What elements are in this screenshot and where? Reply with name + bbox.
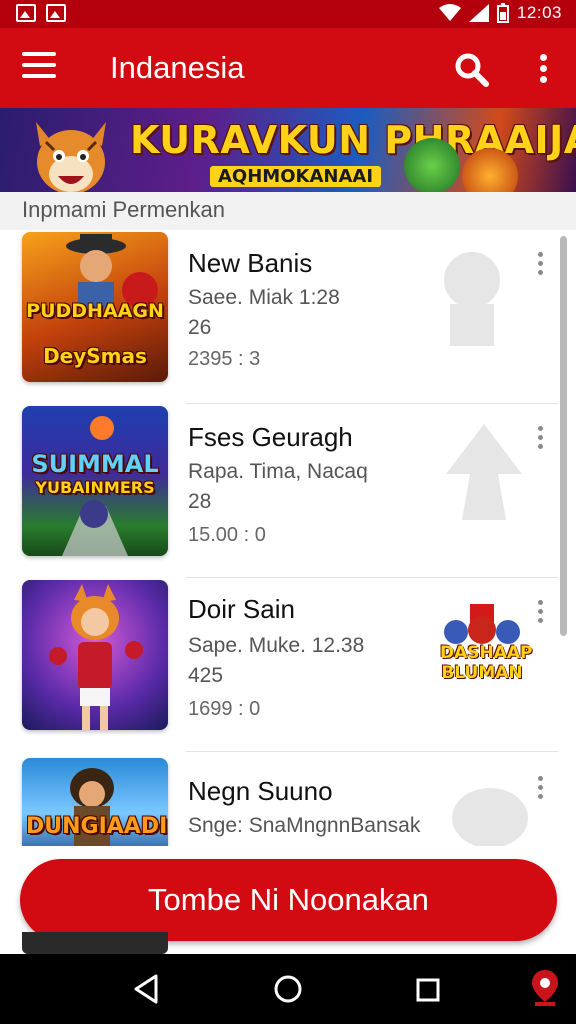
app-bar: Indanesia [0,28,576,108]
wifi-icon [438,4,461,21]
thumbnail-subtitle: YUBAINMERS [35,478,155,497]
image-icon [16,4,36,22]
green-orb-icon [404,138,460,192]
scrollbar[interactable] [560,236,567,636]
thumbnail-title: PUDDHAAGN [26,300,164,322]
game-list[interactable]: PUDDHAAGN DeySmas New Banis Saee. Miak 1… [0,230,576,846]
status-time: 12:03 [516,3,562,22]
item-more-icon[interactable] [533,600,547,626]
game-name: Fses Geuragh [188,422,353,452]
app-title: Indanesia [110,50,245,85]
back-icon[interactable] [132,974,160,1004]
section-header: Inpmami Permenkan [0,192,576,230]
gallery-icon [46,4,66,22]
home-icon[interactable] [273,974,303,1004]
character-silhouette-icon [446,424,522,520]
menu-icon[interactable] [22,52,56,84]
game-thumbnail[interactable]: SUIMMAL YUBAINMERS [22,406,168,556]
banner-subtitle: AQHMOKANAAI [210,166,382,187]
heroine-character-icon [49,584,143,730]
section-title: Inpmami Permenkan [22,197,225,222]
tiger-mascot-icon [36,122,106,192]
list-item[interactable]: SUIMMAL YUBAINMERS Fses Geuragh Rapa. Ti… [0,404,558,578]
game-stat: 1699 : 0 [188,698,261,720]
thumbnail-title: SUIMMAL [31,450,159,478]
primary-action-button[interactable]: Tombe Ni Noonakan [20,859,557,941]
game-name: New Banis [188,248,313,278]
game-stat: 15.00 : 0 [188,524,266,546]
game-meta: Rapa. Tima, Nacaq [188,460,368,483]
game-name: Negn Suuno [188,776,333,806]
game-stat: 2395 : 3 [188,348,261,370]
recents-icon[interactable] [416,978,440,1002]
promo-banner[interactable]: KURAVKUN PHRAAIJAN! AQHMOKANAAI [0,108,576,192]
item-more-icon[interactable] [533,252,547,278]
game-thumbnail[interactable]: DUNGIAADIS [22,758,168,846]
game-thumbnail[interactable]: PUDDHAAGN DeySmas [22,232,168,382]
list-item[interactable]: DUNGIAADIS Negn Suuno Snge: SnaMngnnBans… [0,752,558,846]
status-bar: 12:03 [0,0,576,28]
game-thumbnail[interactable] [22,580,168,730]
game-meta: Saee. Miak 1:28 [188,286,340,309]
character-silhouette-icon [444,252,500,346]
badge-subtitle: BLUMAN [441,663,523,683]
item-more-icon[interactable] [533,426,547,452]
search-icon[interactable] [452,50,492,90]
game-meta: Sape. Muke. 12.38 [188,634,365,657]
game-count: 26 [188,316,212,339]
game-count: 28 [188,490,212,513]
next-thumbnail-peek [22,932,168,954]
item-more-icon[interactable] [533,776,547,802]
game-badge: DASHAAP BLUMAN [440,604,533,694]
game-meta: Snge: SnaMngnnBansak [188,814,421,837]
system-nav-bar [0,954,576,1024]
badge-title: DASHAAP [440,643,533,663]
more-vert-icon[interactable] [530,50,556,90]
game-count: 425 [188,664,224,687]
thumbnail-subtitle: DeySmas [43,344,147,368]
list-item[interactable]: PUDDHAAGN DeySmas New Banis Saee. Miak 1… [0,230,558,404]
battery-icon [496,3,509,23]
thumbnail-title: DUNGIAADIS [26,814,168,839]
location-icon[interactable] [530,968,560,1008]
game-name: Doir Sain [188,594,295,624]
signal-icon [468,4,489,22]
character-silhouette-icon [452,788,528,846]
